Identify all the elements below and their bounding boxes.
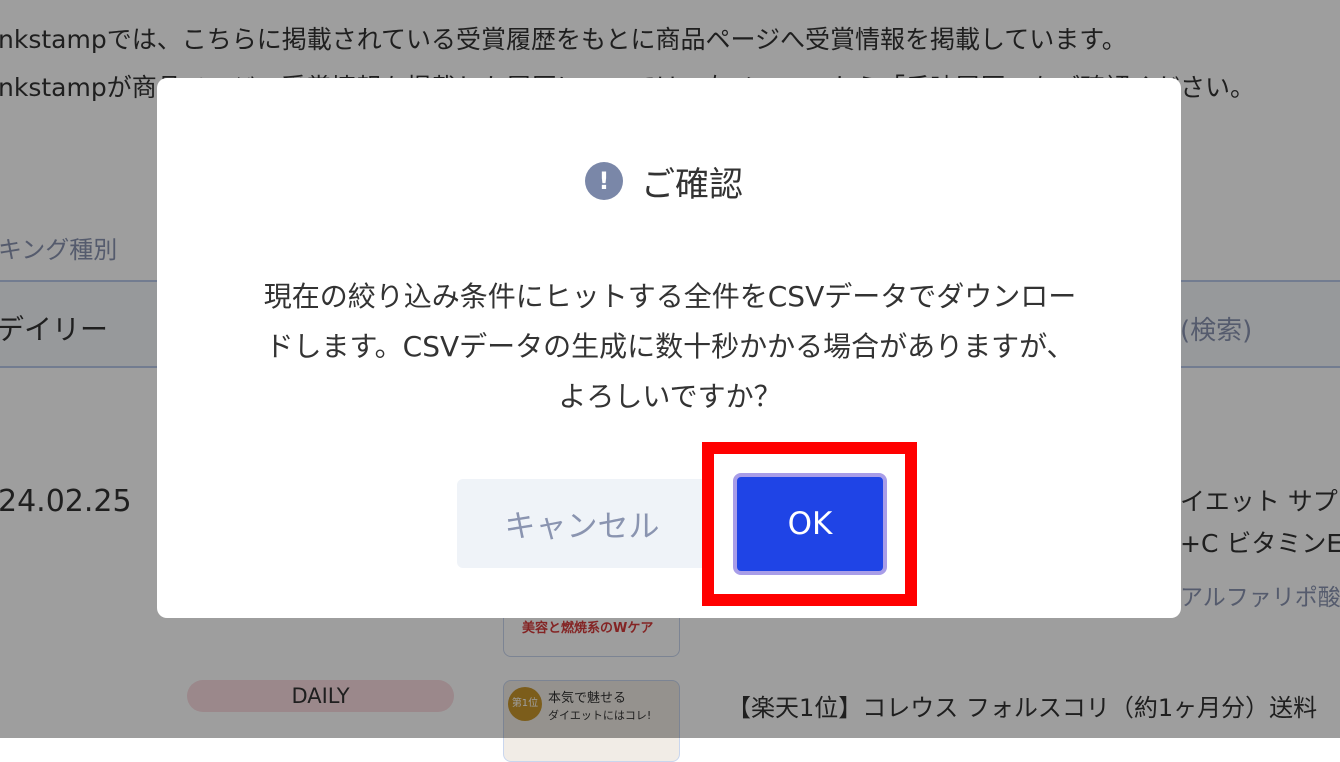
cancel-button[interactable]: キャンセル: [457, 479, 707, 568]
dialog-title-text: ご確認: [641, 164, 743, 205]
dialog-message: 現在の絞り込み条件にヒットする全件をCSVデータでダウンロー ドします。CSVデ…: [195, 272, 1145, 422]
ok-button[interactable]: OK: [733, 473, 887, 575]
dialog-message-line-1: 現在の絞り込み条件にヒットする全件をCSVデータでダウンロー: [263, 280, 1077, 313]
exclamation-circle-icon: !: [585, 162, 623, 200]
dialog-message-line-2: ドします。CSVデータの生成に数十秒かかる場合がありますが、: [265, 330, 1075, 363]
dialog-title: ! ご確認: [585, 158, 743, 205]
dialog-message-line-3: よろしいですか？: [558, 380, 782, 413]
